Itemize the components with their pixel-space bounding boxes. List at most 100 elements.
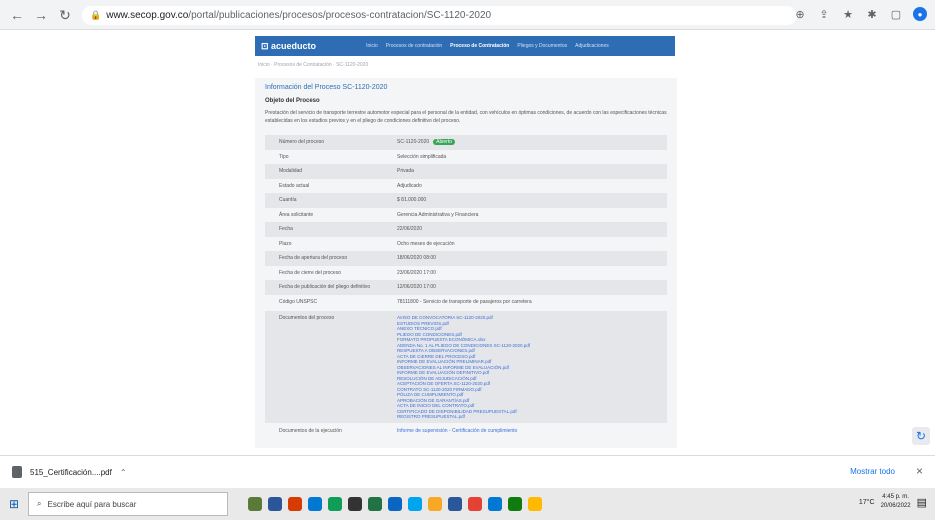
lock-icon: 🔒 [90, 10, 102, 20]
browser-actions: ⊕ ⇪ ★ ✱ ▢ ● [793, 7, 927, 21]
document-link[interactable]: REGISTRO PRESUPUESTAL.pdf [397, 414, 530, 420]
documents-list: AVISO DE CONVOCATORIA SC-1120-2020.pdf ES… [385, 311, 530, 423]
taskbar-search[interactable]: ⌕ Escribe aquí para buscar [28, 492, 228, 516]
detail-value: Selección simplificada [385, 154, 446, 160]
taskbar-app-icon[interactable] [248, 497, 262, 511]
detail-row: Código UNSPSC 78111800 - Servicio de tran… [265, 295, 667, 310]
taskbar-app-icon[interactable] [408, 497, 422, 511]
execution-link[interactable]: Informe de supervisión - Certificación d… [385, 428, 517, 434]
profile-avatar-icon[interactable]: ● [913, 7, 927, 21]
detail-value-text: 23/06/2020 17:00 [397, 269, 436, 276]
details-table: Número del proceso SC-1120-2020 Abierto Tip… [265, 135, 667, 309]
status-badge: Abierto [433, 139, 455, 146]
detail-value: Gerencia Administrativa y Financiera [385, 212, 478, 218]
reload-icon[interactable]: ↻ [54, 4, 76, 26]
chevron-up-icon[interactable]: ⌃ [120, 468, 127, 477]
detail-value-text: SC-1120-2020 [397, 139, 430, 146]
detail-label: Fecha [279, 226, 293, 233]
detail-row: Fecha de cierre del proceso 23/06/2020 17… [265, 266, 667, 281]
detail-label: Estado actual [279, 182, 310, 189]
url-path: /portal/publicaciones/procesos/procesos-… [188, 10, 492, 21]
detail-value-text: 22/06/2020 [397, 226, 423, 233]
taskbar-app-icon[interactable] [268, 497, 282, 511]
share-icon[interactable]: ⇪ [817, 7, 831, 21]
taskbar-app-icon[interactable] [488, 497, 502, 511]
close-icon[interactable]: × [916, 464, 923, 478]
detail-row: Estado actual Adjudicado [265, 179, 667, 194]
back-icon[interactable]: ← [6, 4, 28, 26]
detail-label: Número del proceso [279, 139, 325, 146]
detail-row: Tipo Selección simplificada [265, 150, 667, 165]
site-nav-item[interactable]: Pliegos y Documentos [517, 43, 567, 49]
detail-label: Plazo [279, 240, 292, 247]
site-nav-item[interactable]: Inicio [366, 43, 378, 49]
detail-value-text: Adjudicado [397, 182, 422, 189]
detail-label: Fecha de cierre del proceso [279, 269, 341, 276]
documents-row: Documentos del proceso AVISO DE CONVOCAT… [265, 311, 667, 423]
process-description: Prestación del servicio de transporte te… [265, 110, 667, 124]
detail-value: 22/06/2020 [385, 226, 422, 232]
detail-row: Área solicitante Gerencia Administrativa … [265, 208, 667, 223]
taskbar-app-icon[interactable] [328, 497, 342, 511]
extensions-icon[interactable]: ✱ [865, 7, 879, 21]
section-heading: Objeto del Proceso [265, 98, 320, 104]
process-details: Información del Proceso SC-1120-2020 Obj… [255, 78, 677, 448]
detail-value: Ocho meses de ejecución [385, 241, 455, 247]
detail-value-text: Gerencia Administrativa y Financiera [397, 211, 479, 218]
site-nav-item-active[interactable]: Proceso de Contratación [450, 43, 509, 49]
detail-value: 23/06/2020 17:00 [385, 270, 436, 276]
refresh-icon[interactable]: ↻ [912, 427, 930, 445]
taskbar-app-icon[interactable] [348, 497, 362, 511]
site-nav-item[interactable]: Adjudicaciones [575, 43, 609, 49]
site-nav-item[interactable]: Procesos de contratación [386, 43, 442, 49]
detail-label: Fecha de publicación del pliego definiti… [279, 284, 371, 291]
detail-value-text: Selección simplificada [397, 153, 447, 160]
taskbar-app-icon[interactable] [388, 497, 402, 511]
clock[interactable]: 4:45 p. m. 20/06/2022 [881, 493, 911, 511]
clock-date: 20/06/2022 [880, 503, 911, 509]
execution-label: Documentos de la ejecución [279, 428, 342, 434]
taskbar-app-icon[interactable] [508, 497, 522, 511]
pdf-file-icon [12, 466, 22, 478]
detail-value-text: 78111800 - Servicio de transporte de pas… [397, 298, 532, 305]
detail-value: $ 81.000.000 [385, 197, 426, 203]
notifications-icon[interactable]: ▤ [917, 496, 927, 509]
breadcrumb[interactable]: Inicio · Procesos de Contratación · SC-1… [258, 62, 368, 68]
detail-value: 78111800 - Servicio de transporte de pas… [385, 299, 532, 305]
site-logo[interactable]: ⊡ acueducto [261, 41, 316, 52]
download-file-name: 515_Certificación....pdf [30, 467, 112, 477]
taskbar-app-icon[interactable] [288, 497, 302, 511]
detail-row: Fecha de apertura del proceso 18/06/2020 … [265, 251, 667, 266]
show-all-downloads-button[interactable]: Mostrar todo [850, 467, 895, 476]
taskbar-app-icon[interactable] [368, 497, 382, 511]
download-item[interactable]: 515_Certificación....pdf ⌃ [12, 466, 127, 478]
detail-value-text: Privada [397, 168, 414, 175]
taskbar-app-icon[interactable] [428, 497, 442, 511]
taskbar-apps [248, 497, 542, 511]
detail-value: Adjudicado [385, 183, 422, 189]
taskbar-app-icon[interactable] [528, 497, 542, 511]
detail-value: 18/06/2020 08:00 [385, 255, 436, 261]
detail-label: Área solicitante [279, 211, 314, 218]
weather-temperature[interactable]: 17°C [859, 499, 875, 506]
detail-row: Modalidad Privada [265, 164, 667, 179]
download-shelf: 515_Certificación....pdf ⌃ Mostrar todo … [0, 455, 935, 488]
browser-toolbar: ← → ↻ 🔒 www.secop.gov.co /portal/publica… [0, 0, 935, 30]
taskbar-app-icon[interactable] [308, 497, 322, 511]
detail-value-text: Ocho meses de ejecución [397, 240, 455, 247]
bookmark-star-icon[interactable]: ★ [841, 7, 855, 21]
taskbar: ⊞ ⌕ Escribe aquí para buscar 17°C 4:45 p… [0, 488, 935, 520]
window-icon[interactable]: ▢ [889, 7, 903, 21]
forward-icon[interactable]: → [30, 4, 52, 26]
address-bar[interactable]: 🔒 www.secop.gov.co /portal/publicaciones… [82, 6, 797, 25]
detail-value-text: $ 81.000.000 [397, 197, 427, 204]
site-nav: Inicio Procesos de contratación Proceso … [366, 43, 609, 49]
detail-label: Tipo [279, 153, 289, 160]
taskbar-app-icon[interactable] [468, 497, 482, 511]
detail-label: Fecha de apertura del proceso [279, 255, 348, 262]
detail-value-text: 12/06/2020 17:00 [397, 284, 436, 291]
windows-start-icon[interactable]: ⊞ [0, 488, 28, 520]
zoom-icon[interactable]: ⊕ [793, 7, 807, 21]
taskbar-app-icon[interactable] [448, 497, 462, 511]
search-placeholder: Escribe aquí para buscar [47, 499, 137, 509]
